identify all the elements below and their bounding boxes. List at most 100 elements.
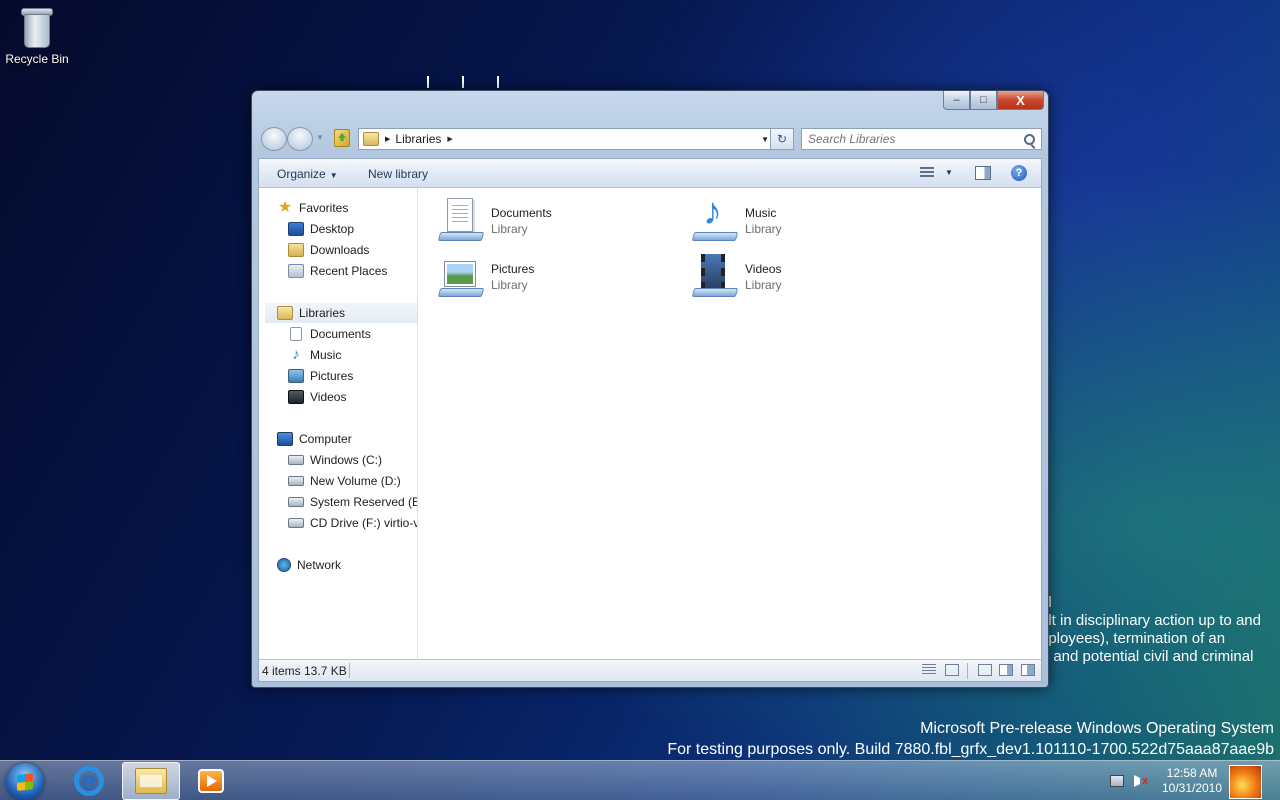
nav-libraries[interactable]: Libraries: [265, 303, 417, 323]
recent-pages-dropdown[interactable]: ▼: [316, 133, 324, 142]
nav-label: Libraries: [299, 306, 346, 320]
videos-icon: [288, 390, 304, 404]
preview-pane-toggle-icon[interactable]: [1021, 664, 1035, 676]
music-library-icon: ♪: [691, 192, 739, 244]
search-icon[interactable]: [1024, 133, 1035, 145]
libraries-icon: [277, 306, 293, 320]
taskbar: x 12:58 AM 10/31/2010: [0, 760, 1280, 800]
volume-icon[interactable]: [1134, 775, 1140, 787]
back-button[interactable]: [261, 127, 287, 151]
nav-item-downloads[interactable]: Downloads: [288, 240, 369, 260]
show-desktop-button[interactable]: [1229, 765, 1262, 799]
breadcrumb-arrow-icon[interactable]: ▶: [447, 135, 452, 143]
documents-icon: [290, 327, 302, 341]
address-bar[interactable]: ▶ Libraries ▶ ▼: [358, 128, 776, 150]
address-dropdown-icon[interactable]: ▼: [761, 135, 769, 144]
nav-label: Pictures: [310, 369, 354, 383]
help-button[interactable]: ?: [1011, 165, 1027, 181]
nav-item-recent-places[interactable]: Recent Places: [288, 261, 387, 281]
details-view-icon[interactable]: [922, 664, 936, 676]
system-drive-icon: [288, 455, 304, 465]
library-content: Documents Library ♪ Music Library Pictur…: [419, 188, 1041, 660]
status-bar: 4 items 13.7 KB: [259, 659, 1041, 681]
close-button[interactable]: X: [997, 91, 1044, 110]
background-text: nployees), termination of an: [1040, 630, 1226, 647]
forward-button[interactable]: [287, 127, 313, 151]
maximize-button[interactable]: □: [970, 91, 997, 110]
recycle-bin[interactable]: Recycle Bin: [4, 6, 70, 66]
nav-item-music[interactable]: ♪ Music: [288, 345, 341, 365]
recycle-bin-label: Recycle Bin: [5, 52, 69, 66]
nav-favorites[interactable]: ★ Favorites: [277, 198, 349, 218]
nav-item-videos[interactable]: Videos: [288, 387, 346, 407]
system-clock[interactable]: 12:58 AM 10/31/2010: [1156, 766, 1228, 796]
organize-label: Organize: [277, 167, 326, 181]
breadcrumb-arrow-icon[interactable]: ▶: [385, 135, 390, 143]
nav-label: System Reserved (E:): [310, 495, 418, 509]
nav-network[interactable]: Network: [277, 555, 341, 575]
details-pane-icon[interactable]: [999, 664, 1013, 676]
organize-button[interactable]: Organize ▼: [277, 167, 338, 181]
pictures-library-icon: [437, 254, 485, 300]
refresh-button[interactable]: ↻: [770, 128, 794, 150]
recycle-bin-icon: [20, 6, 54, 50]
change-view-icon[interactable]: [920, 167, 934, 179]
action-center-flag-icon[interactable]: [1110, 775, 1124, 787]
desktop-icon: [288, 222, 304, 236]
nav-item-new-volume-d[interactable]: New Volume (D:): [288, 471, 401, 491]
library-type: Library: [745, 278, 782, 292]
taskbar-windows-explorer[interactable]: [122, 762, 180, 800]
videos-library-icon: [691, 254, 739, 300]
nav-computer[interactable]: Computer: [277, 429, 352, 449]
drive-icon: [288, 476, 304, 486]
taskbar-internet-explorer[interactable]: [60, 762, 118, 800]
search-input[interactable]: [808, 132, 1008, 146]
nav-label: Downloads: [310, 243, 370, 257]
library-tile-pictures[interactable]: Pictures Library: [437, 252, 667, 302]
background-text: ult in disciplinary action up to and: [1040, 612, 1261, 629]
minimize-button[interactable]: –: [943, 91, 970, 110]
library-name: Videos: [745, 262, 782, 276]
start-button[interactable]: [6, 763, 44, 800]
cd-drive-icon: [288, 518, 304, 528]
caption-buttons: – □ X: [943, 91, 1044, 110]
nav-label: Desktop: [310, 222, 355, 236]
chevron-down-icon: ▼: [329, 171, 338, 180]
libraries-icon: [363, 132, 379, 146]
nav-label: Windows (C:): [310, 453, 383, 467]
nav-item-desktop[interactable]: Desktop: [288, 219, 354, 239]
command-bar: Organize ▼ New library ▼ ?: [259, 159, 1041, 188]
nav-item-cd-drive-f[interactable]: CD Drive (F:) virtio-v: [288, 513, 417, 533]
library-name: Music: [745, 206, 777, 220]
up-folder-icon[interactable]: [334, 129, 350, 147]
nav-item-system-reserved-e[interactable]: System Reserved (E:): [288, 492, 418, 512]
desktop-artifact: [497, 76, 499, 88]
nav-label: Favorites: [299, 201, 349, 215]
more-views-dropdown[interactable]: ▼: [945, 168, 953, 177]
library-tile-documents[interactable]: Documents Library: [437, 196, 667, 246]
taskbar-windows-media-player[interactable]: [182, 762, 240, 800]
hide-panes-icon[interactable]: [978, 664, 992, 676]
clock-time: 12:58 AM: [1166, 766, 1218, 780]
explorer-body: Organize ▼ New library ▼ ? ★ Favorites Des…: [258, 158, 1042, 682]
preview-pane-icon[interactable]: [975, 166, 991, 180]
library-tile-videos[interactable]: Videos Library: [691, 252, 921, 302]
large-icons-view-icon[interactable]: [945, 664, 959, 676]
nav-item-documents[interactable]: Documents: [288, 324, 371, 344]
status-item-count: 4 items 13.7 KB: [262, 664, 347, 678]
library-tile-music[interactable]: ♪ Music Library: [691, 192, 921, 246]
nav-item-pictures[interactable]: Pictures: [288, 366, 353, 386]
nav-label: Network: [297, 558, 342, 572]
nav-item-windows-c[interactable]: Windows (C:): [288, 450, 382, 470]
library-name: Documents: [491, 206, 552, 220]
downloads-icon: [288, 243, 304, 257]
nav-label: Videos: [310, 390, 347, 404]
new-library-button[interactable]: New library: [368, 167, 428, 181]
nav-label: New Volume (D:): [310, 474, 401, 488]
breadcrumb-libraries[interactable]: Libraries: [395, 132, 441, 146]
explorer-window: – □ X ▼ ▶ Libraries ▶ ▼ ↻ Organize▼ New …: [251, 90, 1049, 688]
status-divider: [349, 663, 350, 678]
search-box[interactable]: [801, 128, 1042, 150]
media-player-icon: [198, 769, 224, 793]
background-text: ), and potential civil and criminal: [1040, 648, 1254, 665]
